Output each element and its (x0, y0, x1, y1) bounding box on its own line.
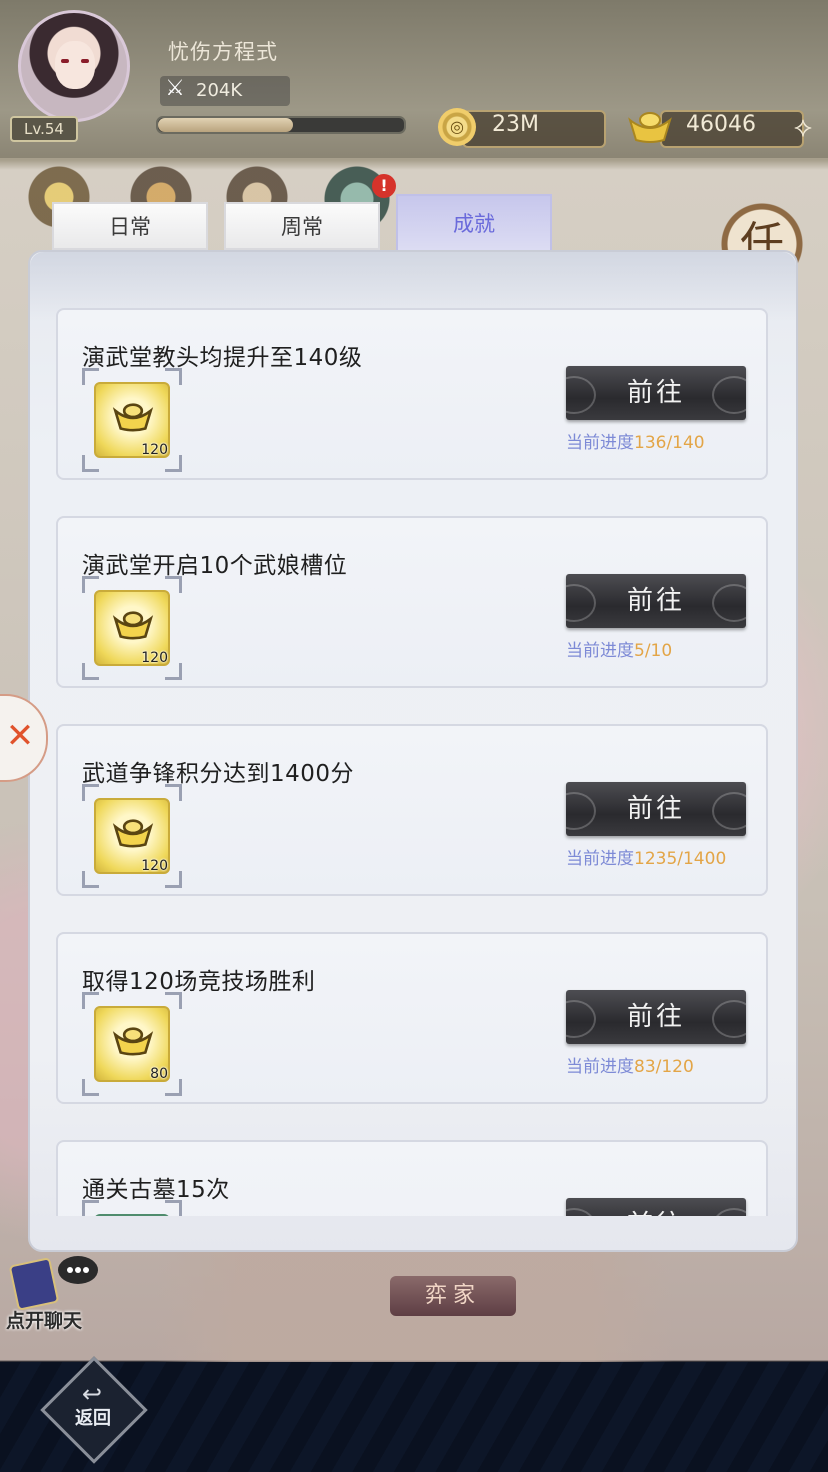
go-button[interactable]: 前往 (566, 574, 746, 628)
go-button[interactable]: 前往 (566, 990, 746, 1044)
gold-ingot-icon (112, 611, 154, 640)
progress-text: 当前进度1235/1400 (566, 844, 772, 869)
achievement-card: 通关古墓15次 前往 (56, 1140, 768, 1216)
progress-text: 当前进度5/10 (566, 636, 772, 661)
chat-label[interactable]: 点开聊天 (6, 1306, 82, 1333)
tab-daily[interactable]: 日常 (52, 202, 208, 250)
xp-bar-fill (158, 118, 293, 132)
achievement-title: 通关古墓15次 (82, 1177, 230, 1203)
achievement-title: 武道争锋积分达到1400分 (82, 761, 355, 787)
reward-slot[interactable] (82, 1200, 182, 1216)
alert-icon: ! (372, 174, 396, 198)
progress-label: 当前进度 (566, 433, 634, 453)
reward-quantity: 120 (141, 858, 168, 874)
achievement-title: 演武堂教头均提升至140级 (82, 345, 363, 371)
coin-amount: 23M (492, 112, 539, 137)
gold-ingot-icon (628, 112, 672, 143)
player-avatar[interactable] (18, 10, 130, 122)
tab-weekly[interactable]: 周常 (224, 202, 380, 250)
player-power: 204K (196, 80, 243, 101)
stone-sign-button[interactable]: 弈家 (390, 1276, 516, 1316)
reward-slot[interactable]: 120 (82, 368, 182, 472)
coin-icon: ◎ (438, 108, 476, 146)
progress-text: 当前进度83/120 (566, 1052, 772, 1077)
achievement-title: 演武堂开启10个武娘槽位 (82, 553, 348, 579)
gold-ingot-icon (112, 1027, 154, 1056)
reward-slot[interactable]: 120 (82, 576, 182, 680)
achievement-card: 演武堂开启10个武娘槽位 120 前往 当前进度5/10 (56, 516, 768, 688)
progress-value: 136/140 (634, 433, 705, 453)
progress-label: 当前进度 (566, 641, 634, 661)
go-button[interactable]: 前往 (566, 366, 746, 420)
reward-quantity: 120 (141, 442, 168, 458)
reward-slot[interactable]: 80 (82, 992, 182, 1096)
achievement-title: 取得120场竞技场胜利 (82, 969, 316, 995)
power-icon: ⚔ (165, 76, 185, 101)
achievement-card: 武道争锋积分达到1400分 120 前往 当前进度1235/1400 (56, 724, 768, 896)
ingot-amount: 46046 (686, 112, 756, 137)
progress-value: 5/10 (634, 641, 673, 661)
side-menu-icon: ✕ (5, 716, 35, 756)
achievement-list[interactable]: 演武堂教头均提升至140级 120 前往 当前进度136/140 演武堂开启10… (54, 306, 772, 1216)
reward-quantity: 120 (141, 650, 168, 666)
go-button[interactable]: 前往 (566, 782, 746, 836)
progress-value: 1235/1400 (634, 849, 727, 869)
back-label: 返回 (75, 1408, 111, 1429)
gold-ingot-icon (112, 819, 154, 848)
tab-achievements[interactable]: 成就 (396, 194, 552, 252)
achievement-card: 取得120场竞技场胜利 80 前往 当前进度83/120 (56, 932, 768, 1104)
chat-icon[interactable] (8, 1252, 98, 1312)
gold-ingot-icon (112, 403, 154, 432)
player-level-badge: Lv.54 (10, 116, 78, 142)
progress-text: 当前进度136/140 (566, 428, 772, 453)
player-name: 忧伤方程式 (168, 40, 278, 64)
progress-label: 当前进度 (566, 849, 634, 869)
achievement-card: 演武堂教头均提升至140级 120 前往 当前进度136/140 (56, 308, 768, 480)
progress-label: 当前进度 (566, 1057, 634, 1077)
reward-slot[interactable]: 120 (82, 784, 182, 888)
go-button[interactable]: 前往 (566, 1198, 746, 1216)
reward-quantity: 80 (150, 1066, 168, 1082)
progress-value: 83/120 (634, 1057, 694, 1077)
plus-diamond-icon[interactable]: ⟡ (784, 108, 822, 146)
